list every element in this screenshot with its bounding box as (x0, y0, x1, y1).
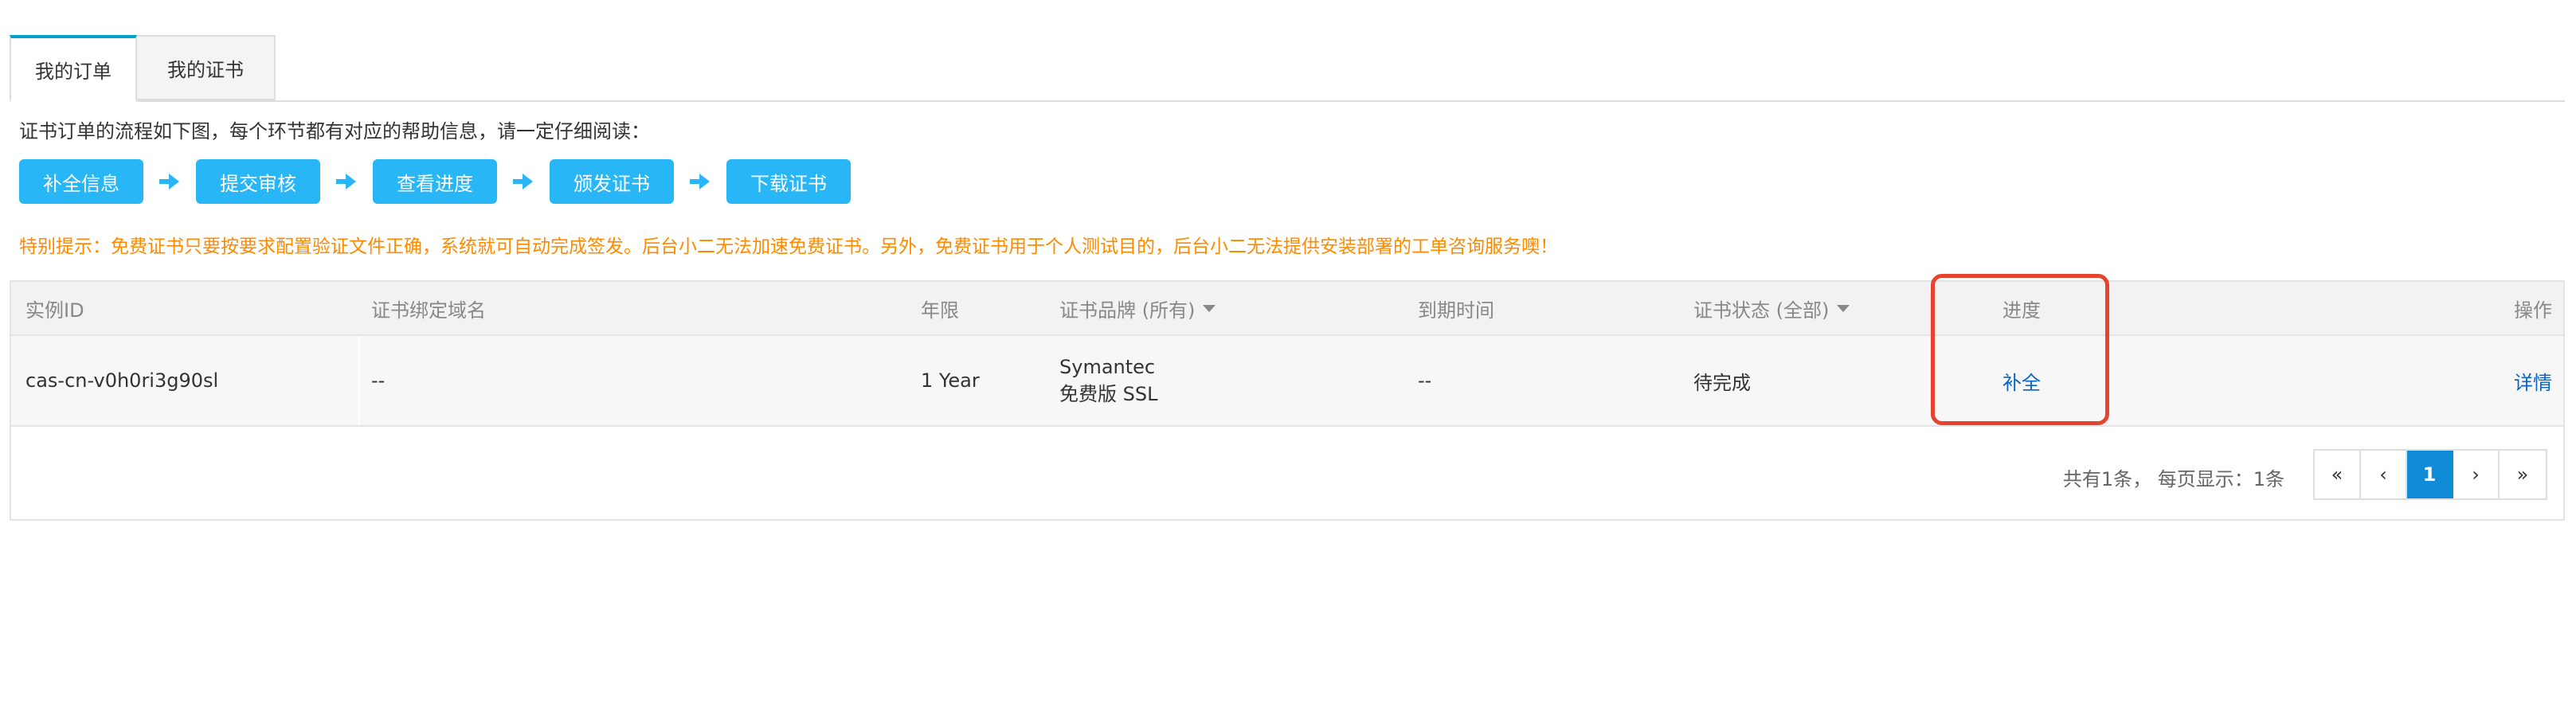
header-actions: 操作 (2514, 299, 2552, 322)
highlight-box (1931, 274, 2109, 425)
tab-my-orders[interactable]: 我的订单 (10, 35, 137, 102)
arrow-right-icon (143, 173, 196, 190)
prev-page-button[interactable]: ‹ (2361, 451, 2407, 498)
header-status-filter[interactable]: 证书状态 (全部) (1693, 282, 1850, 334)
warning-notice: 特别提示：免费证书只要按要求配置验证文件正确，系统就可自动完成签发。后台小二无法… (19, 236, 1558, 257)
brand-product: 免费版 SSL (1059, 383, 1158, 405)
header-expiry: 到期时间 (1418, 299, 1494, 322)
page-1-button[interactable]: 1 (2407, 451, 2453, 498)
pagination-summary: 共有1条， 每页显示：1条 (2062, 468, 2284, 490)
last-page-button[interactable]: » (2500, 451, 2546, 498)
table-header: 实例ID 证书绑定域名 年限 证书品牌 (所有) 到期时间 证书状态 (全部) … (11, 282, 2563, 336)
flow-steps: 补全信息 提交审核 查看进度 颁发证书 下载证书 (19, 159, 851, 204)
flow-intro-text: 证书订单的流程如下图，每个环节都有对应的帮助信息，请一定仔细阅读： (19, 120, 650, 143)
arrow-right-icon (320, 173, 373, 190)
arrow-right-icon (674, 173, 726, 190)
tab-my-certificates[interactable]: 我的证书 (137, 35, 276, 100)
cell-status: 待完成 (1693, 371, 1751, 394)
orders-table: 实例ID 证书绑定域名 年限 证书品牌 (所有) 到期时间 证书状态 (全部) … (10, 280, 2565, 521)
header-term: 年限 (921, 299, 959, 322)
arrow-right-icon (497, 173, 550, 190)
table-row: cas-cn-v0h0ri3g90sl -- 1 Year Symantec 免… (11, 336, 2563, 427)
brand-name: Symantec (1059, 356, 1156, 378)
header-domain: 证书绑定域名 (371, 299, 486, 322)
first-page-button[interactable]: « (2315, 451, 2361, 498)
flow-step-issue-certificate[interactable]: 颁发证书 (550, 159, 674, 204)
cell-term: 1 Year (921, 369, 980, 392)
header-instance-id: 实例ID (25, 299, 84, 322)
header-brand-label: 证书品牌 (所有) (1059, 299, 1196, 322)
next-page-button[interactable]: › (2453, 451, 2500, 498)
cell-instance-id: cas-cn-v0h0ri3g90sl (25, 369, 219, 392)
details-link[interactable]: 详情 (2514, 336, 2552, 425)
cell-domain: -- (371, 369, 386, 392)
tab-bar: 我的订单 我的证书 (10, 35, 2565, 102)
flow-step-submit-review[interactable]: 提交审核 (196, 159, 320, 204)
page: 我的订单 我的证书 证书订单的流程如下图，每个环节都有对应的帮助信息，请一定仔细… (0, 0, 2576, 707)
flow-step-download-certificate[interactable]: 下载证书 (726, 159, 851, 204)
column-divider (358, 336, 360, 425)
header-status-label: 证书状态 (全部) (1693, 299, 1830, 322)
cell-brand: Symantec 免费版 SSL (1059, 336, 1157, 425)
caret-down-icon (1837, 304, 1850, 312)
flow-step-complete-info[interactable]: 补全信息 (19, 159, 143, 204)
flow-step-check-progress[interactable]: 查看进度 (373, 159, 497, 204)
pagination: « ‹ 1 › » (2313, 449, 2547, 500)
caret-down-icon (1203, 304, 1216, 312)
header-brand-filter[interactable]: 证书品牌 (所有) (1059, 282, 1216, 334)
cell-expiry: -- (1418, 369, 1432, 392)
